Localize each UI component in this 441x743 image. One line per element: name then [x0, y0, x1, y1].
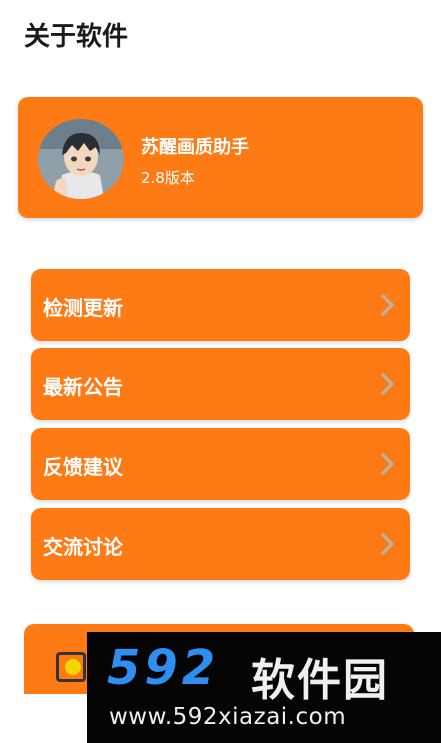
app-version: 2.8版本 — [141, 169, 195, 187]
app-name: 苏醒画质助手 — [141, 137, 249, 158]
menu-item-label: 交流讨论 — [43, 535, 123, 559]
app-info-card: 苏醒画质助手 2.8版本 — [18, 97, 423, 218]
menu-item-check-update[interactable]: 检测更新 — [31, 269, 410, 341]
menu-item-latest-announcement[interactable]: 最新公告 — [31, 348, 410, 420]
app-icon — [56, 652, 86, 682]
menu-item-label: 最新公告 — [43, 375, 123, 399]
menu-item-feedback[interactable]: 反馈建议 — [31, 428, 410, 500]
icon-dot — [65, 659, 81, 675]
page-title: 关于软件 — [24, 22, 129, 52]
menu-item-label: 检测更新 — [43, 296, 123, 320]
chevron-right-icon — [381, 533, 394, 555]
about-page: 关于软件 苏醒画质助手 2.8版本 检测更新 最新公告 反馈建议 交流讨论 59… — [0, 0, 441, 743]
app-avatar — [38, 119, 124, 199]
menu-item-discussion[interactable]: 交流讨论 — [31, 508, 410, 580]
watermark-logo: 592 软件园 www.592xiazai.com — [87, 632, 441, 743]
chevron-right-icon — [381, 453, 394, 475]
watermark-url: www.592xiazai.com — [109, 704, 347, 730]
menu-item-label: 反馈建议 — [43, 455, 123, 479]
watermark-text: 软件园 — [251, 655, 389, 706]
chevron-right-icon — [381, 373, 394, 395]
watermark-number: 592 — [107, 640, 220, 696]
chevron-right-icon — [381, 294, 394, 316]
